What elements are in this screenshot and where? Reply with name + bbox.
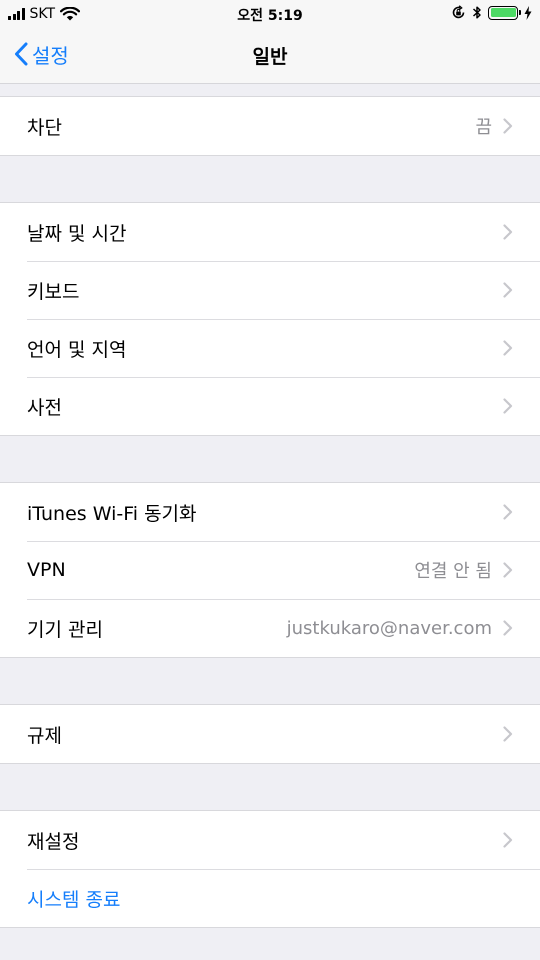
chevron-right-icon xyxy=(503,504,513,520)
row-reset[interactable]: 재설정 xyxy=(0,811,540,869)
nav-bar: 설정 일반 xyxy=(0,30,540,84)
row-value: 끔 xyxy=(475,117,492,138)
settings-list: 차단 끔 날짜 및 시간 키보드 언어 및 지역 사전 iTunes Wi-Fi… xyxy=(0,96,540,928)
chevron-right-icon xyxy=(503,832,513,848)
shutdown-button[interactable]: 시스템 종료 xyxy=(0,869,540,927)
bluetooth-icon xyxy=(472,6,481,19)
row-language-region[interactable]: 언어 및 지역 xyxy=(0,319,540,377)
status-right xyxy=(451,5,532,20)
charging-icon xyxy=(524,5,532,20)
battery-icon xyxy=(488,5,521,20)
row-label: 날짜 및 시간 xyxy=(27,222,127,245)
settings-group-locale: 날짜 및 시간 키보드 언어 및 지역 사전 xyxy=(0,202,540,436)
row-value: 연결 안 됨 xyxy=(414,561,492,582)
row-label: 차단 xyxy=(27,116,62,139)
row-keyboard[interactable]: 키보드 xyxy=(0,261,540,319)
row-label: 재설정 xyxy=(27,830,80,853)
settings-group-regulatory: 규제 xyxy=(0,704,540,764)
status-bar: SKT 오전 5:19 xyxy=(0,0,540,30)
settings-group-reset: 재설정 시스템 종료 xyxy=(0,810,540,928)
chevron-right-icon xyxy=(503,282,513,298)
settings-group-restrictions: 차단 끔 xyxy=(0,96,540,156)
chevron-right-icon xyxy=(503,562,513,578)
chevron-right-icon xyxy=(503,224,513,240)
chevron-right-icon xyxy=(503,118,513,134)
row-label: iTunes Wi-Fi 동기화 xyxy=(27,502,197,525)
row-label: 사전 xyxy=(27,396,62,419)
row-dictionary[interactable]: 사전 xyxy=(0,377,540,435)
settings-group-network: iTunes Wi-Fi 동기화 VPN 연결 안 됨 기기 관리 justku… xyxy=(0,482,540,658)
row-restrictions[interactable]: 차단 끔 xyxy=(0,97,540,155)
chevron-right-icon xyxy=(503,340,513,356)
row-vpn[interactable]: VPN 연결 안 됨 xyxy=(0,541,540,599)
row-label: 키보드 xyxy=(27,280,80,303)
shutdown-label: 시스템 종료 xyxy=(27,888,121,911)
row-value: justkukaro@naver.com xyxy=(286,617,492,639)
page-title: 일반 xyxy=(252,46,288,68)
orientation-lock-icon xyxy=(452,5,465,19)
row-label: VPN xyxy=(27,559,66,581)
row-itunes-wifi-sync[interactable]: iTunes Wi-Fi 동기화 xyxy=(0,483,540,541)
row-date-time[interactable]: 날짜 및 시간 xyxy=(0,203,540,261)
row-device-management[interactable]: 기기 관리 justkukaro@naver.com xyxy=(0,599,540,657)
row-regulatory[interactable]: 규제 xyxy=(0,705,540,763)
chevron-right-icon xyxy=(503,726,513,742)
row-label: 기기 관리 xyxy=(27,618,103,641)
row-label: 규제 xyxy=(27,724,62,747)
chevron-right-icon xyxy=(503,398,513,414)
chevron-right-icon xyxy=(503,620,513,636)
row-label: 언어 및 지역 xyxy=(27,338,127,361)
